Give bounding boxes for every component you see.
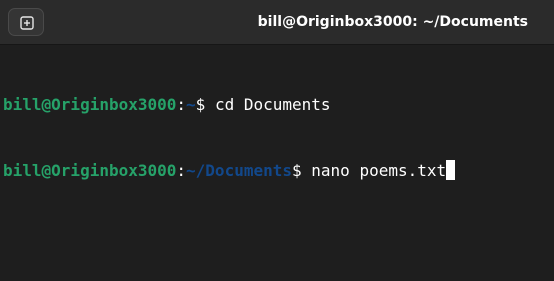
window-title: bill@Originbox3000: ~/Documents bbox=[257, 14, 528, 30]
prompt-path: ~ bbox=[186, 95, 196, 114]
command-text: nano poems.txt bbox=[301, 161, 447, 180]
prompt-separator: : bbox=[176, 95, 187, 114]
terminal-window: bill@Originbox3000: ~/Documents bill@Ori… bbox=[0, 0, 554, 281]
terminal-output[interactable]: bill@Originbox3000:~$ cd Documents bill@… bbox=[3, 50, 456, 226]
terminal-line: bill@Originbox3000:~/Documents$ nano poe… bbox=[3, 160, 456, 182]
new-tab-icon bbox=[20, 16, 34, 30]
command-text: cd Documents bbox=[205, 95, 331, 114]
prompt-path: ~/Documents bbox=[186, 161, 292, 180]
prompt-symbol: $ bbox=[292, 161, 302, 180]
new-tab-button[interactable] bbox=[8, 8, 44, 36]
prompt-symbol: $ bbox=[195, 95, 206, 114]
title-bar: bill@Originbox3000: ~/Documents bbox=[0, 0, 554, 45]
text-cursor bbox=[446, 160, 456, 180]
prompt-user-host: bill@Originbox3000 bbox=[3, 95, 177, 114]
prompt-separator: : bbox=[176, 161, 187, 180]
terminal-line: bill@Originbox3000:~$ cd Documents bbox=[3, 94, 455, 116]
prompt-user-host: bill@Originbox3000 bbox=[3, 161, 177, 180]
